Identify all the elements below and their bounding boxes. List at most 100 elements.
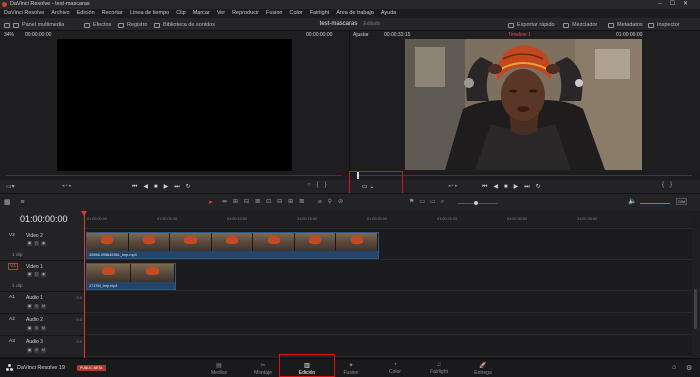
app-name: DaVinci Resolve 19 [17, 365, 65, 371]
auto-select-icon[interactable]: ▢ [34, 241, 39, 246]
page-tab-media[interactable]: ▤ Medios [197, 361, 241, 377]
lock-icon[interactable]: ▣ [27, 272, 32, 277]
track-lane-a3[interactable] [85, 335, 692, 357]
viewer-zoom-fit[interactable]: Ajustar [353, 31, 369, 39]
source-viewer[interactable] [57, 39, 292, 171]
home-icon[interactable]: ⌂ [672, 364, 676, 371]
edit-tools-icons[interactable]: ⇹⊞⊟⊠⊡⊟⊞⊠ [222, 198, 310, 205]
menu-clip[interactable]: Clip [176, 9, 185, 18]
menu-marcar[interactable]: Marcar [193, 9, 210, 18]
marker-flag-icons[interactable]: ⚑▭▭⌕ [409, 198, 449, 206]
page-tab-color[interactable]: ◔ Color [373, 361, 417, 377]
metadata-button[interactable]: Metadatos [608, 21, 643, 29]
project-state: Editado [363, 21, 381, 27]
menu-linea-de-tiempo[interactable]: Línea de tiempo [130, 9, 169, 18]
page-tab-fairlight[interactable]: ♫ Fairlight [417, 361, 461, 377]
selection-tool-icon[interactable]: ➤ [208, 199, 213, 206]
menu-reproducir[interactable]: Reproducir [232, 9, 259, 18]
track-header-a2[interactable]: A2 Audio 2 0.0 ▣ S M [0, 314, 85, 336]
track-a1-buttons[interactable]: ▣ S M [27, 304, 46, 309]
solo-icon[interactable]: S [34, 348, 39, 353]
source-transport-controls[interactable]: ⏮◀■▶⏭↻ [132, 183, 197, 191]
menu-fairlight[interactable]: Fairlight [310, 9, 330, 18]
timeline-in-out-icons[interactable]: {} [662, 182, 678, 188]
track-tag-v2: V2 [9, 233, 15, 238]
timeline-transport-controls[interactable]: ⏮◀■▶⏭↻ [482, 183, 547, 191]
source-in-out-icons[interactable]: ○{} [307, 182, 333, 188]
menu-ver[interactable]: Ver [217, 9, 225, 18]
menu-archivo[interactable]: Archivo [51, 9, 69, 18]
lock-icon[interactable]: ▣ [27, 348, 32, 353]
track-tag-a1: A1 [9, 295, 15, 300]
mute-icon[interactable]: M [41, 348, 46, 353]
track-a2-buttons[interactable]: ▣ S M [27, 326, 46, 331]
source-view-options-icon[interactable]: ▭▾ [6, 183, 15, 190]
page-tab-deliver[interactable]: 🚀 Entrega [461, 361, 505, 377]
track-header-v2[interactable]: V2 Video 2 ▣ ▢ ◉ 1 clip [0, 230, 85, 261]
track-tag-v1: V1 [8, 263, 18, 270]
timeline-clip-v2[interactable]: 32658-09564538L_tmp.mp4 [86, 232, 379, 259]
highlight-edit-page-box [279, 354, 335, 377]
page-tab-fusion[interactable]: ✦ Fusion [329, 361, 373, 377]
inspector-button[interactable]: Inspector [648, 21, 680, 29]
media-page-icon: ▤ [216, 363, 222, 369]
solo-icon[interactable]: S [34, 326, 39, 331]
auto-select-icon[interactable]: ▢ [34, 272, 39, 277]
track-name-a1: Audio 1 [26, 295, 43, 301]
settings-gear-icon[interactable]: ⚙ [686, 364, 692, 372]
window-controls[interactable]: –☐✕ [658, 0, 696, 9]
timeline-view-icons[interactable]: ▦ ≡ [4, 198, 29, 206]
track-v1-buttons[interactable]: ▣ ▢ ◉ [27, 272, 46, 277]
track-v2-buttons[interactable]: ▣ ▢ ◉ [27, 241, 46, 246]
timeline-viewer[interactable] [405, 39, 642, 170]
timeline-playhead[interactable] [84, 211, 85, 358]
track-header-a1[interactable]: A1 Audio 1 0.0 ▣ S M [0, 292, 85, 314]
lock-icon[interactable]: ▣ [27, 241, 32, 246]
track-a3-buttons[interactable]: ▣ S M [27, 348, 46, 353]
snapping-link-icons[interactable]: ⌀⚲⊘ [318, 198, 349, 205]
timeline-ruler[interactable]: 01:00:00:00 01:00:05:00 01:00:10:00 01:0… [85, 211, 692, 229]
source-zoom[interactable]: 34% [4, 31, 14, 39]
quick-export-button[interactable]: Exportar rápido [508, 21, 555, 29]
eye-icon[interactable]: ◉ [41, 272, 46, 277]
source-scrub-bar[interactable] [0, 172, 349, 179]
jog-icon[interactable]: ◂ • ▸ [62, 183, 72, 189]
menu-fusion[interactable]: Fusion [266, 9, 283, 18]
source-viewer-header: 34% 00:00:00:00 00:00:00:00 [0, 31, 349, 39]
track-lane-a2[interactable] [85, 313, 692, 335]
dim-button[interactable]: DIM [676, 198, 688, 205]
menu-resolve[interactable]: DaVinci Resolve [4, 9, 44, 18]
track-header-v1[interactable]: V1 Video 1 ▣ ▢ ◉ 1 clip [0, 261, 85, 292]
resolve-logo: DaVinci Resolve 19 [6, 364, 65, 372]
lock-icon[interactable]: ▣ [27, 326, 32, 331]
track-headers: 01:00:00:00 V2 Video 2 ▣ ▢ ◉ 1 clip V1 Vid… [0, 211, 85, 358]
menu-area-de-trabajo[interactable]: Área de trabajo [336, 9, 374, 18]
timeline-selector[interactable]: Timeline 1 [508, 31, 531, 39]
menu-bar: DaVinci Resolve Archivo Edición Recortar… [0, 9, 700, 18]
menu-recortar[interactable]: Recortar [102, 9, 123, 18]
ruler-tick: 01:00:00:00 [87, 217, 108, 221]
menu-color[interactable]: Color [290, 9, 303, 18]
export-icon [508, 22, 514, 28]
mute-icon[interactable]: M [41, 326, 46, 331]
track-lane-a1[interactable] [85, 291, 692, 313]
lock-icon[interactable]: ▣ [27, 304, 32, 309]
mixer-button[interactable]: Mezclador [563, 21, 597, 29]
volume-slider[interactable] [640, 203, 670, 204]
timeline-tracks[interactable]: 32658-09564538L_tmp.mp4 2717M_tmp.mp4 [85, 229, 692, 358]
timeline-current-timecode: 01:00:00:00 [20, 214, 68, 224]
solo-icon[interactable]: S [34, 304, 39, 309]
timeline-jog-icon[interactable]: ◂ • ▸ [448, 183, 458, 189]
timeline-clip-v1[interactable]: 2717M_tmp.mp4 [86, 263, 176, 290]
eye-icon[interactable]: ◉ [41, 241, 46, 246]
zoom-slider-handle[interactable] [474, 201, 478, 205]
volume-icon[interactable]: 🔈 [628, 197, 637, 205]
track-header-a3[interactable]: A3 Audio 3 0.0 ▣ S M [0, 336, 85, 358]
clip-v1-name: 2717M_tmp.mp4 [89, 284, 118, 288]
mute-icon[interactable]: M [41, 304, 46, 309]
timeline-scrollbar[interactable] [692, 229, 700, 358]
track-lane-v1[interactable] [85, 260, 692, 291]
menu-edicion[interactable]: Edición [77, 9, 95, 18]
zoom-slider[interactable] [458, 203, 498, 204]
menu-ayuda[interactable]: Ayuda [381, 9, 397, 18]
